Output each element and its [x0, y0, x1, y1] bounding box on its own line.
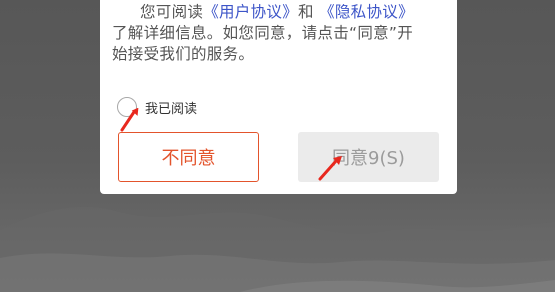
user-agreement-link[interactable]: 《用户协议》: [203, 3, 298, 21]
consent-message: 您可阅读《用户协议》和 《隐私协议》 了解详细信息。如您同意，请点击“同意”开 …: [112, 2, 447, 65]
read-confirmation-label[interactable]: 我已阅读: [145, 98, 197, 117]
privacy-consent-dialog: 您可阅读《用户协议》和 《隐私协议》 了解详细信息。如您同意，请点击“同意”开 …: [100, 0, 457, 194]
disagree-button[interactable]: 不同意: [118, 132, 259, 182]
read-confirmation-row[interactable]: 我已阅读: [117, 95, 197, 119]
consent-line-3: 始接受我们的服务。: [112, 45, 255, 63]
conjunction-text: 和: [298, 3, 314, 21]
privacy-policy-link[interactable]: 《隐私协议》: [319, 3, 414, 21]
consent-line-2: 了解详细信息。如您同意，请点击“同意”开: [112, 24, 414, 42]
agree-countdown-button[interactable]: 同意9(S): [298, 132, 439, 182]
read-confirmation-radio[interactable]: [117, 97, 137, 117]
intro-prefix-text: 您可阅读: [140, 3, 204, 21]
